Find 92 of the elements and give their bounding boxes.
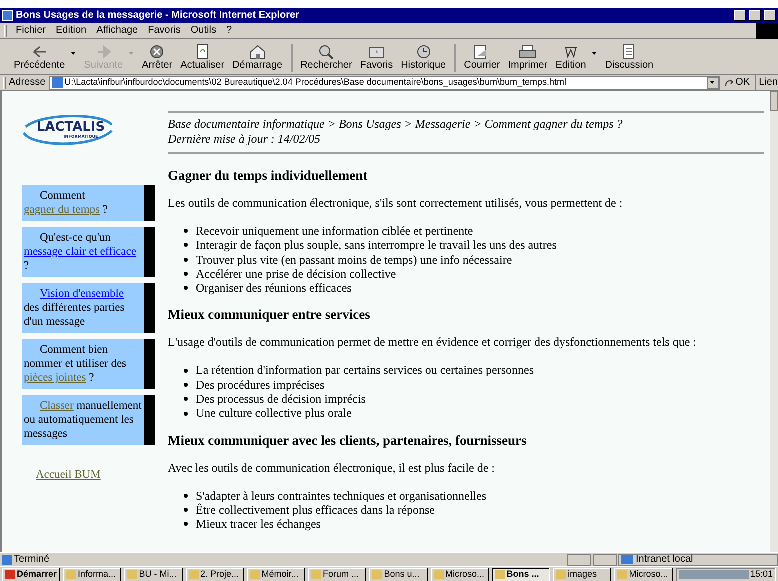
curved-arrow-icon <box>724 78 734 86</box>
toolbar-button[interactable]: Précédente <box>10 44 80 72</box>
bullet-icon <box>184 243 188 248</box>
home-link[interactable]: Accueil BUM <box>36 467 101 484</box>
toolbar-button[interactable]: Rechercher <box>290 44 356 72</box>
caret-icon <box>71 52 76 55</box>
status-text: Terminé <box>14 553 51 567</box>
close-button[interactable] <box>764 10 776 21</box>
menu-item[interactable]: Favoris <box>143 23 186 38</box>
taskbar-button[interactable]: Microso... <box>430 568 489 581</box>
start-button[interactable]: Démarrer <box>2 568 60 581</box>
toolbar-button[interactable]: Arrêter <box>138 44 177 72</box>
list-item: Être collectivement plus efficaces dans la réponse <box>196 502 436 518</box>
menu-item[interactable]: Fichier <box>11 23 52 38</box>
toolbar-button[interactable]: Discussion <box>601 44 658 72</box>
toolbar-button[interactable]: Démarrage <box>228 44 287 72</box>
bullet-icon <box>184 397 188 402</box>
menu-item[interactable]: Affichage <box>92 23 144 38</box>
caret-icon <box>129 52 134 55</box>
clock: 15:01 <box>750 568 774 581</box>
taskbar-button[interactable]: 2. Proje... <box>186 568 244 581</box>
list-item: Interagir de façon plus souple, sans interrompre le travail les uns des autres <box>196 238 557 253</box>
bullet-icon <box>184 258 188 262</box>
list-item: Recevoir uniquement une information ciblée et pertinente <box>196 224 474 238</box>
dropdown-button[interactable] <box>706 76 719 88</box>
list-item: S'adapter à leurs contraintes techniques et organisationnelles <box>196 488 487 503</box>
bullet-icon <box>184 368 188 373</box>
taskbar-button[interactable]: BU - Mi... <box>124 568 183 581</box>
link[interactable]: Classer <box>40 400 74 412</box>
link[interactable]: pièces jointes <box>24 372 86 384</box>
bullet-icon <box>184 286 188 290</box>
bullet-icon <box>184 382 188 387</box>
breadcrumb: Base documentaire informatique > Bons Usages > Messagerie > Comment gagner du temps ? <box>168 117 624 132</box>
house-icon <box>248 44 268 60</box>
bullet-icon <box>184 508 188 512</box>
taskbar-button[interactable]: images <box>553 568 612 581</box>
section-heading: Gagner du temps individuellement <box>168 168 368 184</box>
list-item: Des processus de décision imprécis <box>196 392 366 406</box>
list-item: Mieux tracer les échanges <box>196 517 321 532</box>
menu-item[interactable]: Edition <box>51 23 92 38</box>
toolbar-button[interactable]: Imprimer <box>504 44 552 72</box>
address-field[interactable]: U:\Lacta\infbur\infburdoc\documents\02 Bureautique\2.04 Procédures\Base documentaire\bons_usages\bum\bum_temps.html <box>48 76 720 90</box>
bullet-icon <box>184 522 188 526</box>
sidebar-text: Vision d'ensemble des différentes parties d'un message <box>23 287 126 330</box>
zone-label: Intranet local <box>636 553 694 567</box>
toolbar-button[interactable]: Actualiser <box>176 44 229 72</box>
taskbar-button[interactable]: Forum ... <box>308 568 366 581</box>
bullet-icon <box>184 272 188 276</box>
status-panel <box>567 554 591 566</box>
section-heading: Mieux communiquer entre services <box>168 307 370 324</box>
maximize-button[interactable] <box>749 10 761 21</box>
list-item: Accélérer une prise de décision collective <box>196 266 396 282</box>
taskbar-button[interactable]: Bons u... <box>369 568 428 581</box>
link[interactable]: gagner du temps <box>24 204 100 216</box>
toolbar-button[interactable]: Favoris <box>356 44 398 72</box>
section-heading: Mieux communiquer avec les clients, partenaires, fournisseurs <box>168 432 527 449</box>
bullet-icon <box>184 494 188 498</box>
taskbar-button[interactable]: Informa... <box>63 568 122 581</box>
taskbar-button[interactable]: Bons ... <box>492 568 550 581</box>
address-label: Adresse <box>8 76 47 90</box>
taskbar-button[interactable]: Microso... <box>614 568 673 581</box>
window-title: Bons Usages de la messagerie - Microsoft Internet Explorer <box>16 9 300 23</box>
paragraph: Avec les outils de communication électronique, il est plus facile de : <box>168 460 496 476</box>
list-item: La rétention d'information par certains services ou certaines personnes <box>196 363 534 378</box>
go-button[interactable]: OK <box>720 75 756 90</box>
paragraph: Les outils de communication électronique, s'ils sont correctement utilisés, vous permettent de : <box>168 196 623 211</box>
list-item: Trouver plus vite (en passant moins de temps) une info nécessaire <box>196 252 512 267</box>
link[interactable]: message clair et efficace <box>24 246 136 258</box>
list-item: Des procédures imprécises <box>196 378 325 392</box>
toolbar-button[interactable]: Courrier <box>454 44 504 72</box>
caret-icon <box>592 52 598 55</box>
paragraph: L'usage d'outils de communication permet de mettre en évidence et corriger des dysfonctionnements tels que : <box>168 335 696 350</box>
sidebar-text: Comment bien nommer et utiliser des pièces jointes ? <box>23 343 128 386</box>
printer-icon <box>518 44 538 60</box>
toolbar-button[interactable]: Historique <box>397 44 450 72</box>
menu-item[interactable]: Outils <box>186 23 222 38</box>
minimize-button[interactable] <box>734 10 746 21</box>
link[interactable]: Vision d'ensemble <box>40 288 124 300</box>
sidebar-text: Comment gagner du temps ? <box>23 189 109 218</box>
list-item: Organiser des réunions efficaces <box>196 281 352 296</box>
caret-icon <box>710 81 716 84</box>
sidebar-text: Classer manuellement ou automatiquement les messages <box>23 399 143 442</box>
links-label[interactable]: Lien <box>755 75 778 90</box>
update-date: Dernière mise à jour : 14/02/05 <box>168 132 322 147</box>
bullet-icon <box>184 412 188 416</box>
list-item: Une culture collective plus orale <box>196 406 352 421</box>
sidebar-text: Qu'est-ce qu'un message clair et efficace ? <box>23 231 138 274</box>
bullet-icon <box>184 229 188 234</box>
toolbar-button[interactable]: Edition <box>552 44 602 72</box>
scrollbar[interactable] <box>770 91 778 552</box>
taskbar-button[interactable]: Mémoir... <box>246 568 306 581</box>
menu-item[interactable]: ? <box>221 23 238 38</box>
